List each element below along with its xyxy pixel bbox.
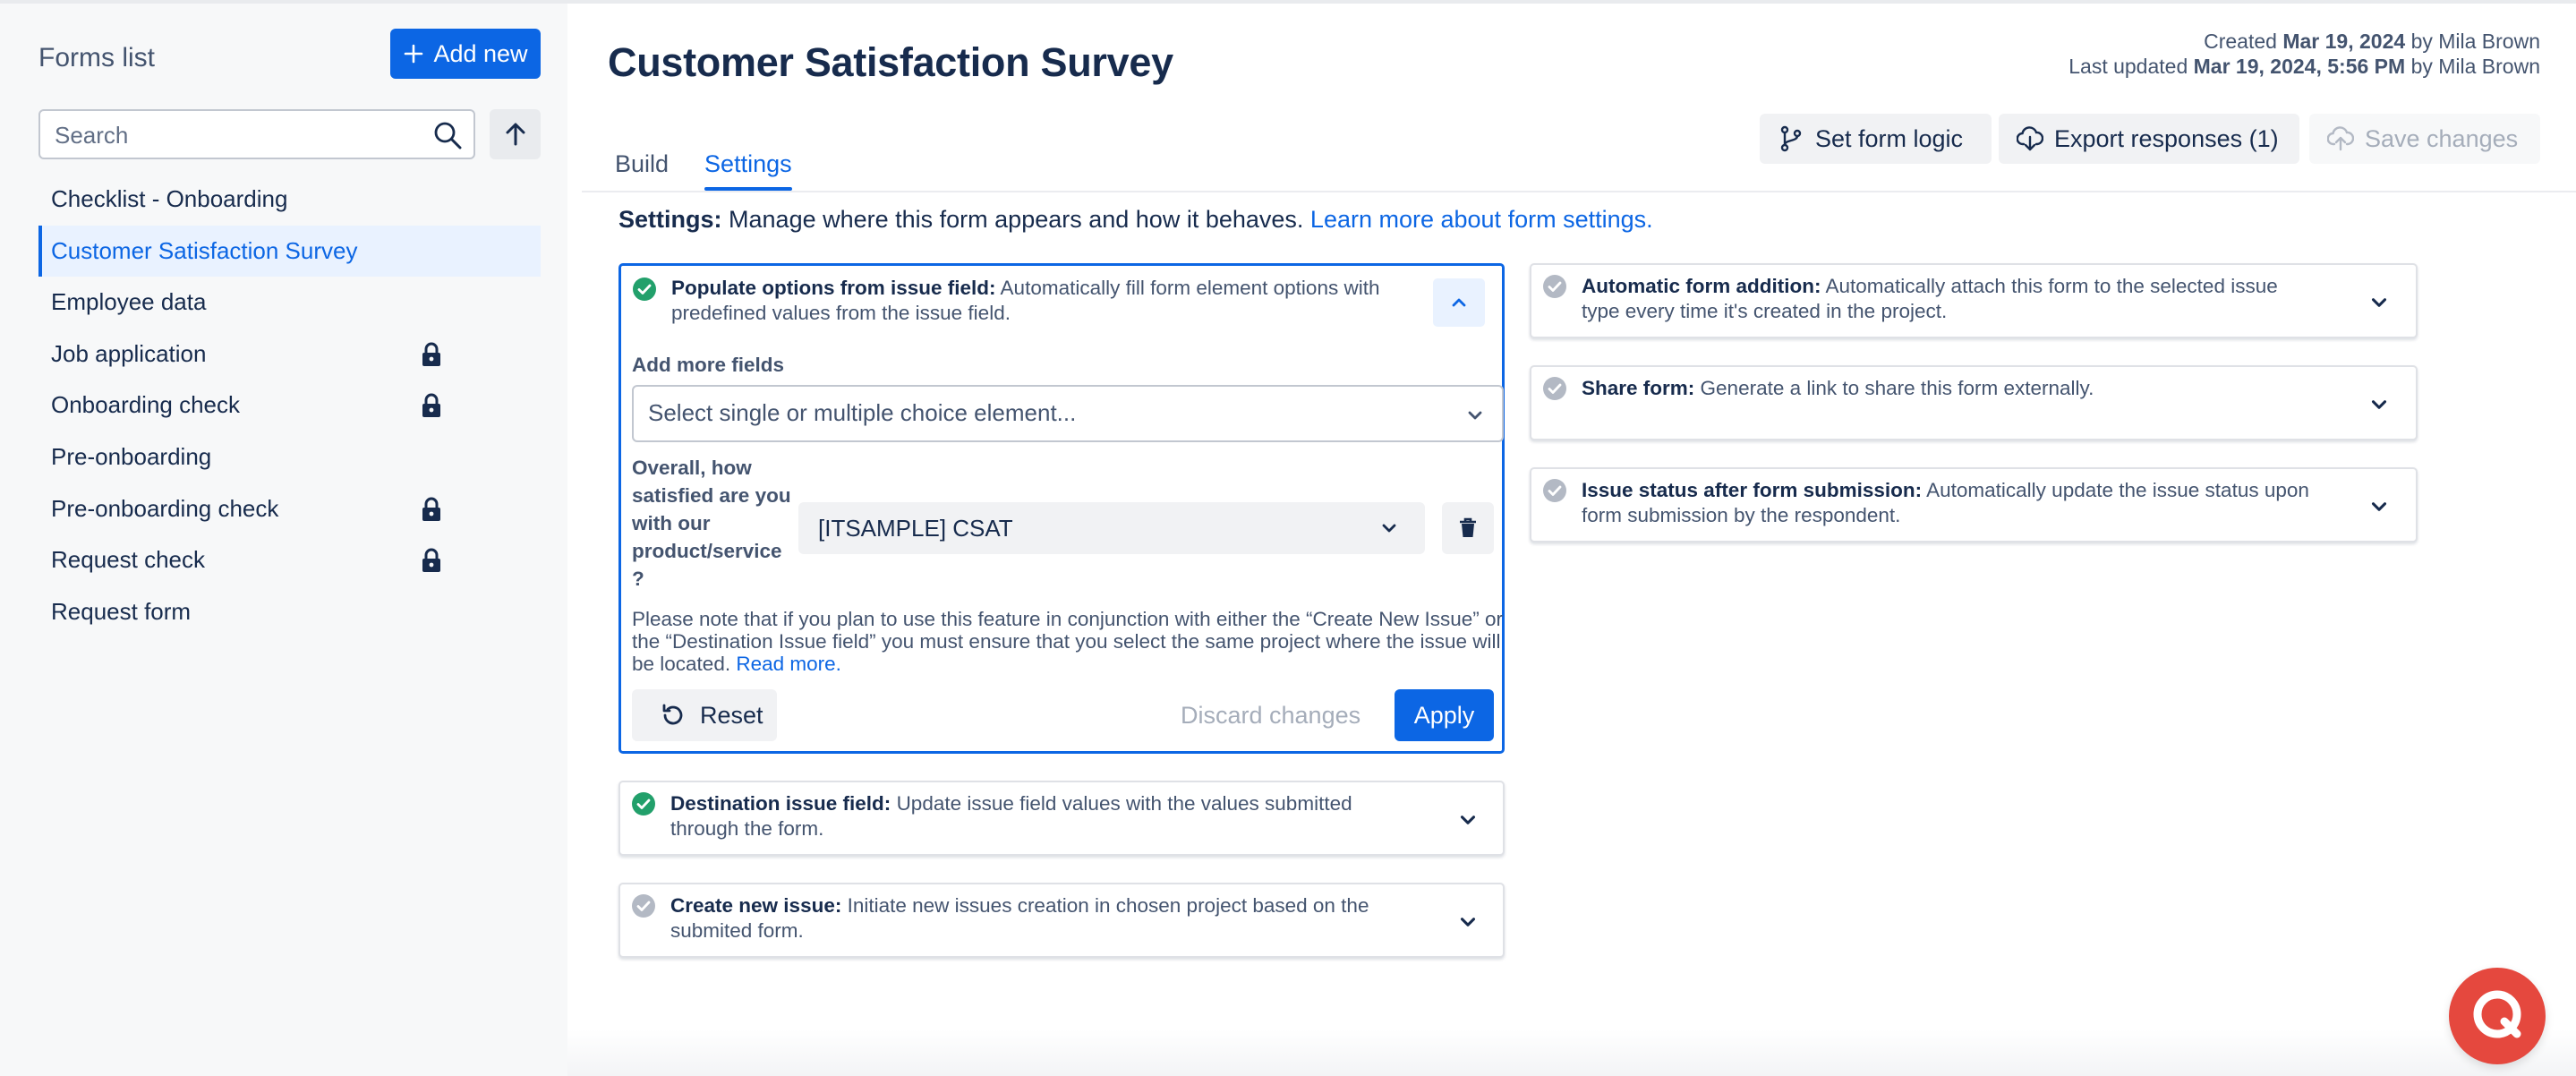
export-responses-button[interactable]: Export responses (1) — [1999, 114, 2299, 164]
chevron-down-icon[interactable] — [1456, 910, 1480, 934]
save-changes-button[interactable]: Save changes — [2309, 114, 2540, 164]
search-icon[interactable] — [432, 120, 463, 150]
forms-list-title: Forms list — [38, 43, 155, 73]
form-item-checklist-onboarding[interactable]: Checklist - Onboarding — [38, 174, 541, 226]
forms-list: Checklist - Onboarding Customer Satisfac… — [38, 174, 541, 637]
plus-icon — [405, 44, 423, 64]
populate-options-description: Populate options from issue field: Autom… — [671, 277, 1380, 324]
check-circle-icon — [1543, 275, 1566, 298]
arrow-up-icon — [506, 123, 525, 146]
forms-sidebar: Forms list Add new Checklist - Onboardin… — [0, 4, 567, 1076]
set-form-logic-label: Set form logic — [1815, 124, 1964, 152]
check-circle-icon — [633, 278, 656, 301]
page-title: Customer Satisfaction Survey — [608, 39, 1173, 85]
created-info: Created Mar 19, 2024 by Mila Brown — [2204, 30, 2540, 53]
check-circle-icon — [632, 894, 655, 918]
set-form-logic-button[interactable]: Set form logic — [1760, 114, 1992, 164]
sort-button[interactable] — [490, 109, 541, 159]
create-new-issue-card[interactable]: Create new issue: Initiate new issues cr… — [618, 883, 1505, 958]
tab-settings[interactable]: Settings — [697, 143, 799, 191]
form-item-request-form[interactable]: Request form — [38, 586, 541, 638]
reset-label: Reset — [700, 701, 763, 729]
cloud-upload-icon — [2327, 126, 2354, 151]
destination-issue-field-card[interactable]: Destination issue field: Update issue fi… — [618, 781, 1505, 856]
form-item-pre-onboarding-check[interactable]: Pre-onboarding check — [38, 483, 541, 535]
branch-icon — [1780, 125, 1802, 152]
help-button[interactable] — [2449, 968, 2546, 1064]
form-meta: Created Mar 19, 2024 by Mila Brown Last … — [2068, 29, 2540, 79]
add-more-fields-label: Add more fields — [632, 354, 785, 376]
share-form-card[interactable]: Share form: Generate a link to share thi… — [1530, 365, 2418, 440]
add-new-label: Add new — [433, 39, 528, 67]
trash-icon — [1460, 517, 1476, 537]
chevron-down-icon — [1468, 411, 1482, 420]
reset-icon — [662, 704, 683, 725]
check-circle-icon — [1543, 479, 1566, 502]
apply-button[interactable]: Apply — [1395, 689, 1494, 741]
form-item-request-check[interactable]: Request check — [38, 534, 541, 586]
discard-changes-button[interactable]: Discard changes — [1181, 689, 1361, 741]
delete-mapping-button[interactable] — [1442, 502, 1494, 554]
check-circle-icon — [632, 792, 655, 816]
chevron-down-icon[interactable] — [2367, 495, 2391, 518]
search-input[interactable] — [53, 118, 414, 152]
chevron-down-icon[interactable] — [2367, 393, 2391, 416]
lock-icon — [422, 548, 440, 573]
chevron-down-icon[interactable] — [1456, 808, 1480, 832]
feature-note: Please note that if you plan to use this… — [632, 608, 1504, 675]
export-responses-label: Export responses (1) — [2054, 124, 2279, 152]
save-changes-label: Save changes — [2365, 124, 2519, 152]
form-item-employee-data[interactable]: Employee data — [38, 277, 541, 329]
choice-element-select[interactable]: Select single or multiple choice element… — [632, 385, 1504, 442]
destination-issue-field-description: Destination issue field: Update issue fi… — [670, 792, 1352, 840]
choice-element-placeholder: Select single or multiple choice element… — [648, 399, 1077, 426]
issue-status-description: Issue status after form submission: Auto… — [1582, 479, 2309, 526]
share-form-description: Share form: Generate a link to share thi… — [1582, 377, 2094, 399]
search-box — [38, 109, 475, 159]
automatic-form-addition-card[interactable]: Automatic form addition: Automatically a… — [1530, 263, 2418, 338]
learn-more-link[interactable]: Learn more about form settings. — [1310, 206, 1653, 233]
issue-field-select[interactable]: [ITSAMPLE] CSAT — [798, 502, 1425, 554]
tab-build[interactable]: Build — [608, 143, 676, 189]
check-circle-icon — [1543, 377, 1566, 400]
form-item-customer-satisfaction-survey[interactable]: Customer Satisfaction Survey — [38, 225, 541, 278]
cloud-download-icon — [2017, 126, 2043, 151]
updated-info: Last updated Mar 19, 2024, 5:56 PM by Mi… — [2068, 55, 2540, 78]
lock-icon — [422, 497, 440, 521]
automatic-form-addition-description: Automatic form addition: Automatically a… — [1582, 275, 2278, 322]
issue-status-after-submission-card[interactable]: Issue status after form submission: Auto… — [1530, 467, 2418, 542]
lock-icon — [422, 393, 440, 418]
chevron-down-icon[interactable] — [2367, 291, 2391, 314]
chevron-down-icon — [1382, 524, 1396, 533]
chevron-up-icon — [1452, 298, 1466, 307]
form-item-onboarding-check[interactable]: Onboarding check — [38, 380, 541, 431]
issue-field-value: [ITSAMPLE] CSAT — [818, 515, 1013, 542]
collapse-button[interactable] — [1433, 278, 1485, 327]
populate-options-card: Populate options from issue field: Autom… — [618, 263, 1505, 754]
form-item-pre-onboarding[interactable]: Pre-onboarding — [38, 431, 541, 483]
add-new-button[interactable]: Add new — [390, 29, 541, 79]
settings-intro: Settings: Manage where this form appears… — [618, 206, 1653, 233]
help-chat-icon — [2473, 990, 2521, 1038]
create-new-issue-description: Create new issue: Initiate new issues cr… — [670, 894, 1369, 942]
read-more-link[interactable]: Read more. — [736, 653, 841, 675]
tabs: Build Settings — [608, 143, 821, 191]
question-label: Overall, how satisfied are you with our … — [632, 457, 791, 590]
form-item-job-application[interactable]: Job application — [38, 329, 541, 380]
bottom-shadow — [567, 1029, 2576, 1076]
tabs-divider — [582, 191, 2576, 192]
reset-button[interactable]: Reset — [632, 689, 777, 741]
lock-icon — [422, 342, 440, 366]
